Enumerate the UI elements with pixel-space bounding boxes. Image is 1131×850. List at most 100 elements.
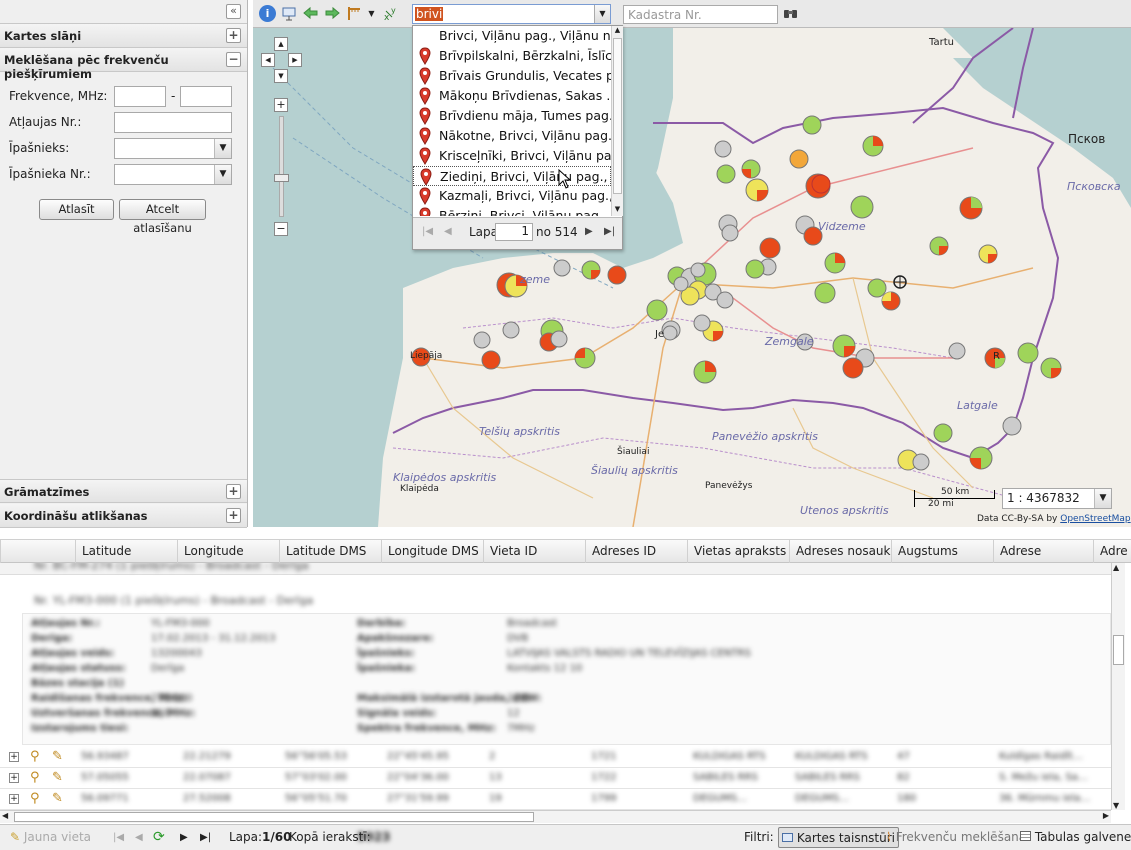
page-input[interactable]: 1: [495, 223, 533, 241]
chevron-down-icon[interactable]: ▼: [594, 5, 610, 23]
column-header[interactable]: Adreses nosauk…: [789, 540, 891, 563]
expand-icon[interactable]: +: [226, 484, 241, 499]
search-result-item[interactable]: Brīvais Grundulis, Vecates p…: [413, 66, 611, 86]
column-header[interactable]: Vieta ID: [483, 540, 585, 563]
zoom-slider-handle[interactable]: [274, 174, 289, 182]
permit-number-input[interactable]: [114, 112, 232, 133]
edit-pencil-icon[interactable]: ✎: [52, 791, 63, 806]
owner-select[interactable]: ▼: [114, 138, 232, 159]
column-header[interactable]: Latitude: [75, 540, 177, 563]
filter-frequency-search[interactable]: ⌇ Frekvenču meklēšana: [886, 825, 1026, 850]
column-header[interactable]: Vietas apraksts: [687, 540, 789, 563]
forward-arrow-icon[interactable]: [324, 5, 341, 22]
scale-select[interactable]: 1 : 4367832 ▼: [1002, 488, 1112, 509]
grid-vertical-scrollbar[interactable]: ▲ ▼: [1111, 563, 1125, 810]
prev-page-icon[interactable]: ◀: [444, 226, 452, 237]
collapse-panel-button[interactable]: «: [226, 4, 241, 19]
new-place-button[interactable]: ✎ Jauna vieta: [10, 825, 91, 850]
column-header[interactable]: Longitude DMS: [381, 540, 483, 563]
zoom-in-button[interactable]: +: [274, 98, 288, 112]
panel-meklesana[interactable]: Meklēšana pēc frekvenču piešķīrumiem −: [0, 48, 247, 81]
scroll-down-icon[interactable]: ▼: [1113, 801, 1119, 810]
frequency-to-input[interactable]: [180, 86, 232, 107]
column-header[interactable]: Adre: [1093, 540, 1131, 563]
search-result-item[interactable]: Brivci, Viļānu pag., Viļānu nov.: [413, 26, 611, 46]
prev-page-icon[interactable]: ◀: [135, 825, 143, 850]
atlasit-button[interactable]: Atlasīt: [39, 199, 114, 220]
last-page-icon[interactable]: ▶|: [604, 226, 615, 237]
first-page-icon[interactable]: |◀: [422, 226, 433, 237]
group-row[interactable]: Nr. BC-FM-274 (1 piešķīrums) - Broadcast…: [0, 563, 1111, 575]
scroll-thumb[interactable]: [613, 38, 622, 194]
edit-pencil-icon[interactable]: ✎: [52, 770, 63, 785]
search-result-item[interactable]: Kazmaļi, Brivci, Viļānu pag.,…: [413, 186, 611, 206]
measure-icon[interactable]: [346, 5, 363, 22]
grid-horizontal-scrollbar[interactable]: ◀ ▶: [0, 810, 1111, 823]
scroll-right-icon[interactable]: ▶: [1103, 811, 1109, 820]
zoom-to-icon[interactable]: ⚲: [30, 770, 40, 785]
osm-link[interactable]: OpenStreetMap: [1060, 514, 1130, 524]
last-page-icon[interactable]: ▶|: [200, 825, 211, 850]
zoom-out-button[interactable]: −: [274, 222, 288, 236]
zoom-slider-track[interactable]: [279, 116, 284, 217]
expand-row-icon[interactable]: +: [9, 752, 19, 762]
column-header[interactable]: Adreses ID: [585, 540, 687, 563]
zoom-to-icon[interactable]: ⚲: [30, 749, 40, 764]
scroll-down-icon[interactable]: ▼: [612, 205, 623, 216]
panel-koordinatu[interactable]: Koordināšu atlikšanas +: [0, 504, 247, 528]
expand-icon[interactable]: +: [226, 28, 241, 43]
results-scrollbar[interactable]: ▲ ▼: [611, 26, 623, 216]
search-result-item[interactable]: Mākoņu Brīvdienas, Sakas …: [413, 86, 611, 106]
atcelt-button[interactable]: Atcelt atlasīšanu: [119, 199, 206, 235]
back-arrow-icon[interactable]: [302, 5, 319, 22]
expand-row-icon[interactable]: +: [9, 794, 19, 804]
map-view[interactable]: Tartu Псков Псковска Vidzeme zeme Zemgal…: [253, 28, 1131, 527]
pan-right-button[interactable]: ▶: [288, 53, 302, 67]
owner-number-select[interactable]: ▼: [114, 164, 232, 185]
first-page-icon[interactable]: |◀: [113, 825, 124, 850]
edit-pencil-icon[interactable]: ✎: [52, 749, 63, 764]
pan-down-button[interactable]: ▼: [274, 69, 288, 83]
refresh-icon[interactable]: ⟳: [153, 825, 165, 850]
scroll-up-icon[interactable]: ▲: [612, 26, 623, 37]
column-header[interactable]: Adrese: [993, 540, 1093, 563]
measure-dropdown-icon[interactable]: ▼: [363, 5, 380, 22]
column-header[interactable]: Latitude DMS: [279, 540, 381, 563]
filter-table-header[interactable]: Tabulas galvene: [1020, 825, 1131, 850]
select-area-icon[interactable]: [281, 5, 298, 22]
coordinates-icon[interactable]: xy: [383, 5, 400, 23]
search-result-item[interactable]: Brīvpilskalni, Bērzkalni, Īslīc…: [413, 46, 611, 66]
search-result-item[interactable]: Ziediņi, Brivci, Viļānu pag., …: [413, 166, 611, 186]
expand-icon[interactable]: +: [226, 508, 241, 523]
next-page-icon[interactable]: ▶: [180, 825, 188, 850]
binoculars-icon[interactable]: [782, 5, 799, 22]
info-icon[interactable]: i: [259, 5, 276, 22]
table-row[interactable]: + ⚲ ✎ 56.09771 27.52008 56°05'51.70 27°31'59.9…: [0, 790, 1111, 810]
address-search-input[interactable]: brivi ▼: [412, 4, 611, 24]
expand-row-icon[interactable]: +: [9, 773, 19, 783]
panel-gramatzimes[interactable]: Grāmatzīmes +: [0, 479, 247, 503]
search-result-item[interactable]: Bērziņi, Brivci, Viļānu pag.,…: [413, 206, 611, 216]
table-row[interactable]: + ⚲ ✎ 57.05055 22.07087 57°03'02.00 22°04'36.0…: [0, 769, 1111, 789]
search-result-item[interactable]: Nākotne, Brivci, Viļānu pag.,…: [413, 126, 611, 146]
panel-kartes-slani[interactable]: Kartes slāņi +: [0, 24, 247, 48]
column-header[interactable]: Augstums: [891, 540, 993, 563]
collapse-icon[interactable]: −: [226, 52, 241, 67]
search-result-item[interactable]: Krisceļnīki, Brivci, Viļānu pa…: [413, 146, 611, 166]
pan-up-button[interactable]: ▲: [274, 37, 288, 51]
filter-map-rectangle[interactable]: Kartes taisnstūri: [778, 827, 900, 848]
group-row[interactable]: Nr. YL-FM3-000 (1 piešķīrums) - Broadcas…: [22, 591, 1111, 611]
next-page-icon[interactable]: ▶: [585, 226, 593, 237]
search-result-item[interactable]: Brīvdienu māja, Tumes pag.…: [413, 106, 611, 126]
map-canvas[interactable]: [253, 28, 1131, 527]
scroll-left-icon[interactable]: ◀: [2, 811, 8, 820]
column-header[interactable]: Longitude: [177, 540, 279, 563]
pan-left-button[interactable]: ◀: [261, 53, 275, 67]
scroll-up-icon[interactable]: ▲: [1113, 563, 1119, 572]
kadastra-input[interactable]: Kadastra Nr.: [623, 5, 778, 24]
table-row[interactable]: + ⚲ ✎ 56.93487 22.21279 56°56'05.53 22°45'45.9…: [0, 748, 1111, 768]
zoom-to-icon[interactable]: ⚲: [30, 791, 40, 806]
frequency-from-input[interactable]: [114, 86, 166, 107]
scroll-thumb[interactable]: [1113, 635, 1124, 665]
scroll-thumb[interactable]: [14, 812, 534, 822]
